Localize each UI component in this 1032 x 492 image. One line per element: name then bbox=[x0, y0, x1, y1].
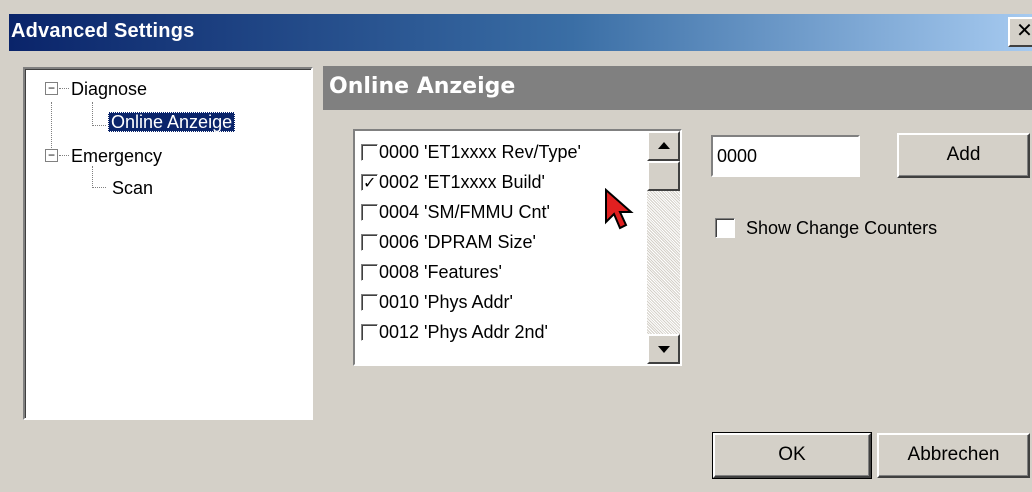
cancel-button[interactable]: Abbrechen bbox=[877, 433, 1030, 478]
list-scrollbar[interactable] bbox=[647, 131, 680, 364]
close-button[interactable]: ✕ bbox=[1008, 17, 1032, 47]
close-icon: ✕ bbox=[1016, 20, 1032, 42]
collapse-icon[interactable]: − bbox=[45, 82, 58, 95]
list-item-label: 0006 'DPRAM Size' bbox=[379, 232, 536, 252]
list-item-checkbox[interactable] bbox=[361, 324, 378, 341]
panel-title: Online Anzeige bbox=[329, 74, 516, 99]
title-bar[interactable]: Advanced Settings ✕ bbox=[9, 14, 1032, 51]
tree-item-label: Scan bbox=[112, 178, 154, 198]
show-change-counters-checkbox[interactable]: Show Change Counters bbox=[715, 214, 937, 242]
mouse-pointer-icon bbox=[605, 188, 634, 230]
address-input[interactable] bbox=[711, 135, 860, 177]
list-item[interactable]: 0008 'Features' bbox=[361, 257, 502, 287]
tree-item-emergency[interactable]: Emergency bbox=[71, 142, 162, 170]
window-title: Advanced Settings bbox=[11, 20, 195, 42]
scroll-thumb[interactable] bbox=[647, 161, 680, 191]
advanced-settings-dialog: Advanced Settings ✕ − Diagnose Online An… bbox=[0, 0, 1032, 492]
tree-connector bbox=[92, 125, 106, 126]
arrow-up-icon bbox=[658, 142, 670, 149]
collapse-icon[interactable]: − bbox=[45, 149, 58, 162]
list-item-checkbox[interactable] bbox=[361, 294, 378, 311]
scroll-down-button[interactable] bbox=[647, 334, 680, 364]
list-item-label: 0000 'ET1xxxx Rev/Type' bbox=[379, 142, 581, 162]
checkbox-box[interactable] bbox=[715, 218, 735, 238]
tree-item-scan[interactable]: Scan bbox=[112, 174, 153, 202]
list-item-checkbox[interactable] bbox=[361, 144, 378, 161]
tree-item-label: Online Anzeige bbox=[108, 112, 236, 132]
list-item[interactable]: 0004 'SM/FMMU Cnt' bbox=[361, 197, 550, 227]
list-item-checkbox[interactable] bbox=[361, 234, 378, 251]
list-item-label: 0004 'SM/FMMU Cnt' bbox=[379, 202, 550, 222]
tree-item-label: Emergency bbox=[71, 146, 163, 166]
tree-connector bbox=[92, 102, 93, 126]
list-item[interactable]: 0002 'ET1xxxx Build' bbox=[361, 167, 545, 199]
panel-header: Online Anzeige bbox=[323, 66, 1032, 110]
list-item-checkbox[interactable] bbox=[361, 169, 378, 199]
list-item-label: 0002 'ET1xxxx Build' bbox=[379, 172, 545, 192]
tree-connector bbox=[59, 88, 69, 89]
tree-item-diagnose[interactable]: Diagnose bbox=[71, 75, 147, 103]
tree-item-label: Diagnose bbox=[71, 79, 148, 99]
list-item[interactable]: 0010 'Phys Addr' bbox=[361, 287, 513, 317]
tree-item-online-anzeige[interactable]: Online Anzeige bbox=[108, 108, 236, 136]
object-checklist[interactable]: 0000 'ET1xxxx Rev/Type' 0002 'ET1xxxx Bu… bbox=[353, 129, 682, 366]
arrow-down-icon bbox=[658, 346, 670, 353]
list-item-checkbox[interactable] bbox=[361, 204, 378, 221]
list-item-checkbox[interactable] bbox=[361, 264, 378, 281]
list-item[interactable]: 0000 'ET1xxxx Rev/Type' bbox=[361, 137, 581, 167]
tree-connector bbox=[59, 155, 69, 156]
ok-button[interactable]: OK bbox=[712, 432, 872, 479]
settings-tree[interactable]: − Diagnose Online Anzeige − Emergency Sc… bbox=[23, 67, 313, 420]
list-item[interactable]: 0006 'DPRAM Size' bbox=[361, 227, 536, 257]
list-item[interactable]: 0012 'Phys Addr 2nd' bbox=[361, 317, 548, 347]
list-item-label: 0012 'Phys Addr 2nd' bbox=[379, 322, 548, 342]
list-item-label: 0008 'Features' bbox=[379, 262, 502, 282]
scroll-up-button[interactable] bbox=[647, 131, 680, 161]
tree-connector bbox=[92, 187, 106, 188]
show-change-counters-label: Show Change Counters bbox=[746, 218, 938, 238]
list-item-label: 0010 'Phys Addr' bbox=[379, 292, 513, 312]
add-button[interactable]: Add bbox=[897, 133, 1030, 178]
